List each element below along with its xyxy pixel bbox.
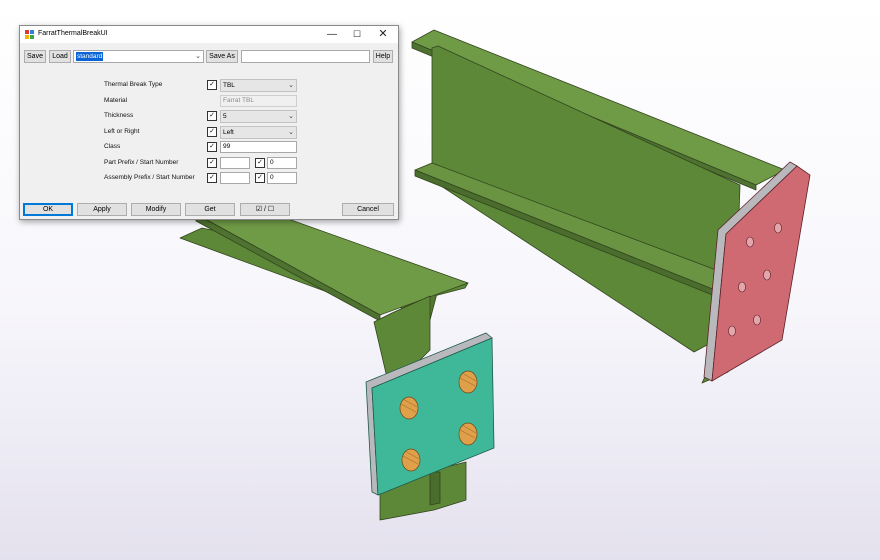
modify-button[interactable]: Modify	[131, 203, 181, 216]
part-prefix-label: Part Prefix / Start Number	[104, 159, 179, 166]
chevron-down-icon: ⌄	[195, 53, 201, 60]
close-button[interactable]: ✕	[370, 27, 396, 42]
part-start-number-input[interactable]: 0	[267, 157, 297, 169]
toggle-all-button[interactable]: ☑ / ☐	[240, 203, 290, 216]
assembly-prefix-checkbox[interactable]: ✓	[207, 173, 217, 183]
maximize-button[interactable]: ☐	[344, 27, 370, 42]
get-button[interactable]: Get	[185, 203, 235, 216]
assembly-prefix-label: Assembly Prefix / Start Number	[104, 174, 195, 181]
chevron-down-icon: ⌄	[288, 129, 294, 136]
class-label: Class	[104, 143, 121, 150]
preset-value: standard	[76, 52, 104, 61]
chevron-down-icon: ⌄	[288, 113, 294, 120]
left-or-right-checkbox[interactable]: ✓	[207, 127, 217, 137]
preset-dropdown[interactable]: standard ⌄	[73, 50, 204, 63]
thermal-break-type-label: Thermal Break Type	[104, 81, 163, 88]
part-start-checkbox[interactable]: ✓	[255, 158, 265, 168]
apply-button[interactable]: Apply	[77, 203, 127, 216]
save-as-button[interactable]: Save As	[206, 50, 238, 63]
thermal-break-type-checkbox[interactable]: ✓	[207, 80, 217, 90]
minimize-button[interactable]: —	[319, 27, 345, 42]
part-prefix-checkbox[interactable]: ✓	[207, 158, 217, 168]
left-or-right-label: Left or Right	[104, 128, 140, 135]
help-button[interactable]: Help	[373, 50, 393, 63]
save-button[interactable]: Save	[24, 50, 46, 63]
thickness-dropdown[interactable]: 5 ⌄	[220, 110, 297, 123]
cancel-button[interactable]: Cancel	[342, 203, 394, 216]
thermal-break-dialog: FarratThermalBreakUI — ☐ ✕ Save Load sta…	[19, 25, 399, 220]
chevron-down-icon: ⌄	[288, 82, 294, 89]
window-title: FarratThermalBreakUI	[38, 30, 108, 37]
ok-button[interactable]: OK	[23, 203, 73, 216]
assembly-prefix-input[interactable]	[220, 172, 250, 184]
left-or-right-dropdown[interactable]: Left ⌄	[220, 126, 297, 139]
thermal-break-type-dropdown[interactable]: TBL ⌄	[220, 79, 297, 92]
title-bar[interactable]: FarratThermalBreakUI — ☐ ✕	[20, 26, 398, 43]
class-checkbox[interactable]: ✓	[207, 142, 217, 152]
part-prefix-input[interactable]	[220, 157, 250, 169]
thickness-label: Thickness	[104, 112, 134, 119]
load-button[interactable]: Load	[49, 50, 71, 63]
save-as-name-input[interactable]	[241, 50, 370, 63]
material-field: Farrat TBL	[220, 95, 297, 107]
thickness-checkbox[interactable]: ✓	[207, 111, 217, 121]
material-label: Material	[104, 97, 128, 104]
class-input[interactable]: 99	[220, 141, 297, 153]
assembly-start-number-input[interactable]: 0	[267, 172, 297, 184]
assembly-start-checkbox[interactable]: ✓	[255, 173, 265, 183]
app-icon	[25, 30, 34, 39]
